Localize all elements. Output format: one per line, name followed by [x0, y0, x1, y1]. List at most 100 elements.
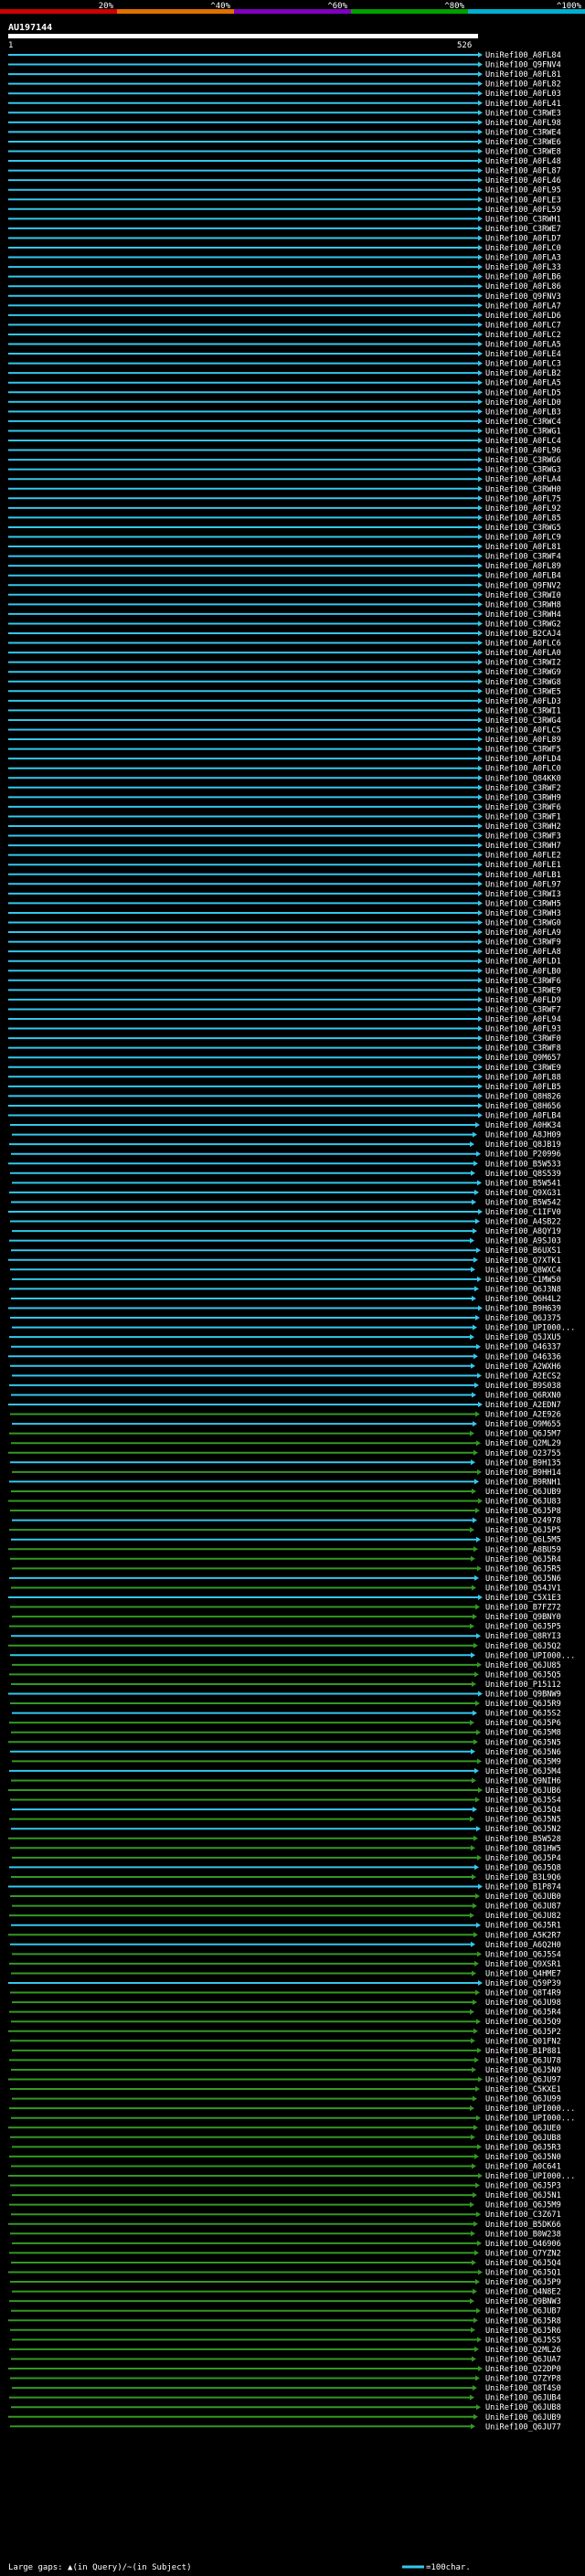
hit-label[interactable]: UniRef100_Q6JUB0 [485, 1892, 561, 1902]
hit-label[interactable]: UniRef100_C3RWG2 [485, 620, 561, 629]
hit-label[interactable]: UniRef100_A0FLA0 [485, 649, 561, 658]
hit-label[interactable]: UniRef100_A0FLB2 [485, 369, 561, 378]
hit-label[interactable]: UniRef100_B5W542 [485, 1198, 561, 1207]
hit-row[interactable]: UniRef100_Q6J375 [10, 1314, 561, 1323]
hit-row[interactable]: UniRef100_Q8T4R9 [10, 1989, 561, 1998]
hit-label[interactable]: UniRef100_Q6J5R4 [485, 2009, 561, 2018]
hit-label[interactable]: UniRef100_A0FLB0 [485, 967, 561, 976]
hit-row[interactable]: UniRef100_B5W542 [11, 1198, 561, 1207]
hit-row[interactable]: UniRef100_Q9M657 [8, 1054, 561, 1063]
hit-row[interactable]: UniRef100_C3RWH2 [8, 822, 561, 832]
hit-label[interactable]: UniRef100_Q6L5M5 [485, 1536, 561, 1545]
hit-label[interactable]: UniRef100_Q6J5R1 [485, 1922, 561, 1931]
hit-row[interactable]: UniRef100_Q2ML26 [9, 2346, 561, 2355]
hit-row[interactable]: UniRef100_C1MW50 [12, 1276, 561, 1285]
hit-label[interactable]: UniRef100_Q7XTK1 [485, 1256, 561, 1266]
hit-label[interactable]: UniRef100_C3RWH8 [485, 600, 561, 610]
hit-row[interactable]: UniRef100_C3RWG0 [8, 919, 561, 928]
hit-row[interactable]: UniRef100_Q6JUB8 [11, 2403, 561, 2412]
hit-label[interactable]: UniRef100_Q9FNV3 [485, 292, 561, 302]
hit-row[interactable]: UniRef100_B3L9Q6 [11, 1873, 561, 1882]
hit-label[interactable]: UniRef100_A0FLC9 [485, 534, 561, 543]
hit-label[interactable]: UniRef100_A0FLD6 [485, 312, 561, 321]
hit-label[interactable]: UniRef100_Q9BNY0 [485, 1613, 561, 1622]
hit-row[interactable]: UniRef100_P15112 [11, 1680, 561, 1690]
hit-label[interactable]: UniRef100_O46906 [485, 2240, 561, 2249]
hit-label[interactable]: UniRef100_Q6JUB8 [485, 2403, 561, 2412]
hit-label[interactable]: UniRef100_C3RWE3 [485, 109, 561, 118]
hit-row[interactable]: UniRef100_C5KXE1 [10, 2085, 561, 2094]
hit-row[interactable]: UniRef100_Q6J5Q9 [11, 2018, 561, 2027]
hit-row[interactable]: UniRef100_B9H639 [8, 1305, 561, 1314]
hit-label[interactable]: UniRef100_Q8RYI3 [485, 1632, 561, 1641]
hit-row[interactable]: UniRef100_Q6J5Q1 [8, 2269, 561, 2278]
hit-label[interactable]: UniRef100_O23755 [485, 1449, 561, 1458]
hit-row[interactable]: UniRef100_Q6JUB9 [8, 2413, 561, 2422]
hit-row[interactable]: UniRef100_B2CAJ4 [8, 630, 561, 639]
hit-label[interactable]: UniRef100_A0FLC2 [485, 331, 561, 340]
hit-label[interactable]: UniRef100_C1MW50 [485, 1276, 561, 1285]
hit-row[interactable]: UniRef100_Q7ZYP8 [10, 2375, 561, 2384]
hit-label[interactable]: UniRef100_Q6J5P3 [485, 2182, 561, 2191]
hit-label[interactable]: UniRef100_A0FLD7 [485, 234, 561, 243]
hit-row[interactable]: UniRef100_A0FLD6 [8, 312, 561, 321]
hit-label[interactable]: UniRef100_C3RWI1 [485, 706, 561, 716]
hit-label[interactable]: UniRef100_Q6J5Q2 [485, 1642, 561, 1651]
hit-row[interactable]: UniRef100_B0W238 [10, 2230, 561, 2239]
hit-row[interactable]: UniRef100_A0FLB1 [8, 871, 561, 880]
hit-row[interactable]: UniRef100_A0FLA3 [8, 254, 561, 263]
hit-row[interactable]: UniRef100_C3RWF8 [8, 1044, 561, 1054]
hit-row[interactable]: UniRef100_O46906 [12, 2240, 561, 2249]
hit-row[interactable]: UniRef100_A0FLA4 [8, 475, 561, 484]
hit-label[interactable]: UniRef100_C3RWF5 [485, 746, 561, 755]
hit-label[interactable]: UniRef100_Q4HME7 [485, 1969, 561, 1978]
hit-label[interactable]: UniRef100_C3RWF4 [485, 553, 561, 562]
hit-row[interactable]: UniRef100_A2E926 [10, 1411, 561, 1420]
hit-row[interactable]: UniRef100_Q6J5P5 [9, 1623, 561, 1632]
hit-row[interactable]: UniRef100_Q2ML29 [11, 1439, 561, 1448]
hit-row[interactable]: UniRef100_B5DK66 [8, 2221, 561, 2230]
hit-row[interactable]: UniRef100_Q6J5S4 [12, 1950, 561, 1959]
hit-label[interactable]: UniRef100_Q6J5R9 [485, 1700, 561, 1709]
hit-label[interactable]: UniRef100_Q6J5Q5 [485, 1670, 561, 1680]
hit-label[interactable]: UniRef100_C1IFV0 [485, 1208, 561, 1217]
hit-row[interactable]: UniRef100_Q6J5R6 [10, 2327, 561, 2336]
hit-label[interactable]: UniRef100_A0FLD9 [485, 996, 561, 1005]
hit-label[interactable]: UniRef100_Q2ML26 [485, 2346, 561, 2355]
hit-row[interactable]: UniRef100_A0FLA5 [8, 341, 561, 350]
hit-row[interactable]: UniRef100_C3RWE5 [8, 687, 561, 696]
hit-row[interactable]: UniRef100_A0FL85 [8, 514, 561, 523]
hit-row[interactable]: UniRef100_C3RWH1 [8, 215, 561, 224]
hit-row[interactable]: UniRef100_A0FL75 [8, 494, 561, 504]
hit-row[interactable]: UniRef100_B5W528 [8, 1835, 561, 1844]
hit-label[interactable]: UniRef100_A0C641 [485, 2162, 561, 2171]
hit-label[interactable]: UniRef100_C3RWE7 [485, 225, 561, 234]
hit-row[interactable]: UniRef100_C3RWC4 [8, 418, 561, 427]
hit-label[interactable]: UniRef100_C3RWF1 [485, 812, 561, 822]
hit-label[interactable]: UniRef100_B9HH14 [485, 1468, 561, 1478]
hit-label[interactable]: UniRef100_UPI000... [485, 2172, 575, 2181]
hit-label[interactable]: UniRef100_Q6J5N9 [485, 2066, 561, 2075]
hit-row[interactable]: UniRef100_A5K2R7 [8, 1931, 561, 1940]
hit-label[interactable]: UniRef100_C3RWH5 [485, 899, 561, 908]
hit-label[interactable]: UniRef100_A0FLC7 [485, 321, 561, 330]
hit-row[interactable]: UniRef100_Q6J5N6 [10, 1748, 561, 1757]
hit-row[interactable]: UniRef100_Q6J5N2 [11, 1825, 561, 1834]
hit-row[interactable]: UniRef100_A0FLD7 [8, 234, 561, 243]
hit-label[interactable]: UniRef100_A0FL59 [485, 206, 561, 215]
hit-row[interactable]: UniRef100_Q6J5R1 [11, 1922, 561, 1931]
hit-row[interactable]: UniRef100_Q6J5R8 [8, 2316, 561, 2326]
hit-row[interactable]: UniRef100_Q6J5M9 [12, 1757, 561, 1766]
hit-label[interactable]: UniRef100_A0FL82 [485, 80, 561, 90]
hit-row[interactable]: UniRef100_O46337 [11, 1343, 561, 1352]
hit-row[interactable]: UniRef100_A0FLD4 [8, 755, 561, 764]
hit-label[interactable]: UniRef100_Q6JU97 [485, 2076, 561, 2085]
hit-row[interactable]: UniRef100_C3RWH8 [8, 600, 561, 610]
hit-row[interactable]: UniRef100_A0FLB3 [8, 408, 561, 417]
hit-label[interactable]: UniRef100_C3RWG4 [485, 716, 561, 726]
hit-label[interactable]: UniRef100_A0FL41 [485, 100, 561, 109]
hit-label[interactable]: UniRef100_C3RWF8 [485, 1044, 561, 1054]
hit-label[interactable]: UniRef100_B7FZ72 [485, 1604, 561, 1613]
hit-label[interactable]: UniRef100_C3RWE6 [485, 138, 561, 147]
hit-label[interactable]: UniRef100_C3RWH3 [485, 909, 561, 918]
